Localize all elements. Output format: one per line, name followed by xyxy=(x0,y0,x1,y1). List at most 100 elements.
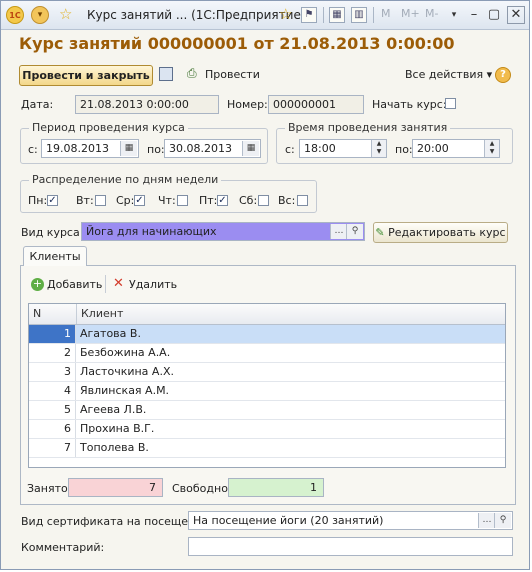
client-name: Тополева В. xyxy=(80,441,149,454)
memory-m-button[interactable]: M xyxy=(381,7,391,20)
table-row[interactable]: 5 Агеева Л.В. xyxy=(29,401,505,420)
main-menu-icon[interactable]: ▾ xyxy=(31,6,49,24)
day-checkbox[interactable] xyxy=(177,195,188,206)
delete-button[interactable]: Удалить xyxy=(129,278,177,291)
day-checkbox[interactable] xyxy=(297,195,308,206)
day-checkbox[interactable] xyxy=(258,195,269,206)
separator xyxy=(105,275,106,293)
free-count-field: 1 xyxy=(228,478,324,497)
period-to-field[interactable]: 30.08.2013 ▦ xyxy=(164,139,261,158)
row-number: 4 xyxy=(29,382,76,400)
bookmark-icon[interactable]: ⚑ xyxy=(301,7,317,23)
start-course-label: Начать курс: xyxy=(372,98,447,111)
select-ellipsis-icon[interactable]: … xyxy=(478,513,495,528)
number-field[interactable]: 000000001 xyxy=(268,95,364,114)
free-label: Свободно: xyxy=(172,482,232,495)
separator xyxy=(373,7,374,23)
memory-mminus-button[interactable]: M- xyxy=(425,7,438,20)
open-search-icon[interactable]: ⚲ xyxy=(494,513,511,528)
table-row[interactable]: 4 Явлинская А.М. xyxy=(29,382,505,401)
period-to-value: 30.08.2013 xyxy=(169,142,232,155)
certificate-label: Вид сертификата на посещение: xyxy=(21,515,213,528)
select-ellipsis-icon[interactable]: … xyxy=(330,224,347,239)
calendar-icon[interactable]: ▦ xyxy=(242,141,259,156)
day-label: Вс: xyxy=(278,194,296,207)
time-to-field[interactable]: 20:00 ▲ ▼ xyxy=(412,139,500,158)
table-row[interactable]: 3 Ласточкина А.Х. xyxy=(29,363,505,382)
day-label: Ср: xyxy=(116,194,135,207)
number-label: Номер: xyxy=(227,98,268,111)
window-title: Курс занятий ... (1С:Предприятие) xyxy=(87,8,306,22)
table-row[interactable]: 1 Агатова В. xyxy=(29,325,505,344)
time-from-field[interactable]: 18:00 ▲ ▼ xyxy=(299,139,387,158)
calculator-icon[interactable]: ▦ xyxy=(329,7,345,23)
period-from-field[interactable]: 19.08.2013 ▦ xyxy=(41,139,139,158)
day-label: Чт: xyxy=(158,194,176,207)
row-number: 5 xyxy=(29,401,76,419)
add-button[interactable]: Добавить xyxy=(47,278,102,291)
table-row[interactable]: 2 Безбожина А.А. xyxy=(29,344,505,363)
tab-clients[interactable]: Клиенты xyxy=(23,246,87,266)
edit-course-button[interactable]: ✎ Редактировать курс xyxy=(373,222,508,243)
dropdown-icon[interactable]: ▾ xyxy=(445,6,463,24)
day-checkbox[interactable]: ✓ xyxy=(134,195,145,206)
delete-icon[interactable]: ✕ xyxy=(113,276,124,291)
time-to-spinner[interactable]: ▲ ▼ xyxy=(484,140,499,157)
days-group-title: Распределение по дням недели xyxy=(29,173,222,186)
course-field[interactable]: Йога для начинающих … ⚲ xyxy=(81,222,365,241)
client-name: Прохина В.Г. xyxy=(80,422,155,435)
client-name: Агатова В. xyxy=(80,327,141,340)
row-number: 6 xyxy=(29,420,76,438)
favorite-star-icon[interactable]: ☆ xyxy=(59,5,72,23)
table-row[interactable]: 7 Тополева В. xyxy=(29,439,505,458)
period-from-label: с: xyxy=(28,143,38,156)
close-icon[interactable]: ✕ xyxy=(507,6,525,24)
all-actions-menu[interactable]: Все действия ▾ xyxy=(405,68,492,81)
add-icon[interactable]: + xyxy=(31,278,44,291)
maximize-icon[interactable]: ▢ xyxy=(485,6,503,24)
open-search-icon[interactable]: ⚲ xyxy=(346,224,363,239)
column-header-client[interactable]: Клиент xyxy=(77,304,123,324)
comment-field[interactable] xyxy=(188,537,513,556)
busy-count-field: 7 xyxy=(68,478,163,497)
row-number: 1 xyxy=(29,325,76,343)
time-to-value: 20:00 xyxy=(417,142,449,155)
title-bar: 1С ▾ ☆ Курс занятий ... (1С:Предприятие)… xyxy=(1,1,529,30)
time-from-spinner[interactable]: ▲ ▼ xyxy=(371,140,386,157)
memory-mplus-button[interactable]: M+ xyxy=(401,7,420,20)
pencil-icon: ✎ xyxy=(375,226,385,239)
day-checkbox[interactable] xyxy=(95,195,106,206)
client-name: Агеева Л.В. xyxy=(80,403,147,416)
save-icon[interactable] xyxy=(159,67,173,81)
day-checkbox[interactable]: ✓ xyxy=(217,195,228,206)
day-label: Вт: xyxy=(76,194,94,207)
period-from-value: 19.08.2013 xyxy=(46,142,109,155)
post-and-close-button[interactable]: Провести и закрыть xyxy=(19,65,153,86)
busy-label: Занято: xyxy=(27,482,72,495)
minimize-icon[interactable]: – xyxy=(465,6,483,24)
page-title: Курс занятий 000000001 от 21.08.2013 0:0… xyxy=(19,34,455,53)
row-number: 2 xyxy=(29,344,76,362)
client-name: Безбожина А.А. xyxy=(80,346,171,359)
help-icon[interactable]: ? xyxy=(495,67,511,83)
calendar-icon[interactable]: ▥ xyxy=(351,7,367,23)
column-header-n[interactable]: N xyxy=(29,304,77,324)
separator xyxy=(323,7,324,23)
time-from-value: 18:00 xyxy=(304,142,336,155)
date-field[interactable]: 21.08.2013 0:00:00 xyxy=(75,95,219,114)
start-course-checkbox[interactable] xyxy=(445,98,456,109)
day-checkbox[interactable]: ✓ xyxy=(47,195,58,206)
post-button[interactable]: Провести xyxy=(205,68,260,81)
calendar-icon[interactable]: ▦ xyxy=(120,141,137,156)
post-icon[interactable]: ⎙ xyxy=(187,66,197,81)
table-row[interactable]: 6 Прохина В.Г. xyxy=(29,420,505,439)
add-favorite-icon[interactable]: ☆ xyxy=(279,5,292,23)
certificate-field[interactable]: На посещение йоги (20 занятий) … ⚲ xyxy=(188,511,513,530)
table-header: N Клиент xyxy=(29,304,505,325)
comment-label: Комментарий: xyxy=(21,541,105,554)
time-from-label: с: xyxy=(285,143,295,156)
1c-logo-icon[interactable]: 1С xyxy=(6,6,24,24)
clients-table[interactable]: N Клиент 1 Агатова В. 2 Безбожина А.А. 3 Ласт… xyxy=(28,303,506,468)
day-label: Пн: xyxy=(28,194,48,207)
certificate-value: На посещение йоги (20 занятий) xyxy=(193,514,384,527)
